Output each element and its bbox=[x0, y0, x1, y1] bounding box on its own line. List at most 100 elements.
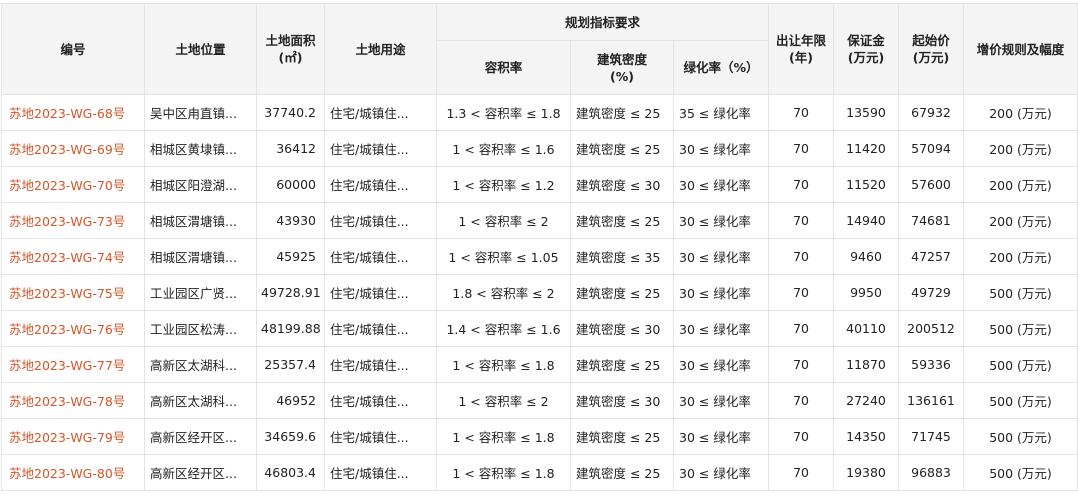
table-row: 苏地2023-WG-76号 工业园区松涛... 48199.88 住宅/城镇住... 1… bbox=[1, 310, 1078, 347]
cell-term: 70 bbox=[768, 418, 835, 455]
cell-location: 相城区阳澄湖... bbox=[144, 166, 257, 203]
cell-location: 相城区黄埭镇... bbox=[144, 130, 257, 167]
cell-area: 60000 bbox=[256, 166, 325, 203]
cell-plot-ratio: 1 < 容积率 ≤ 1.8 bbox=[436, 454, 571, 491]
cell-deposit: 40110 bbox=[833, 310, 900, 347]
cell-density: 建筑密度 ≤ 25 bbox=[570, 202, 674, 239]
cell-deposit: 11870 bbox=[833, 346, 900, 383]
cell-deposit: 9950 bbox=[833, 274, 900, 311]
cell-deposit: 13590 bbox=[833, 94, 900, 131]
cell-term: 70 bbox=[768, 202, 835, 239]
cell-term: 70 bbox=[768, 382, 835, 419]
cell-use: 住宅/城镇住... bbox=[324, 418, 437, 455]
cell-deposit: 19380 bbox=[833, 454, 900, 491]
term-header-line1: 出让年限 bbox=[776, 33, 827, 48]
table-header: 编号 土地位置 土地面积 (㎡) 土地用途 规划指标要求 出让年限 (年) 保证金 (… bbox=[1, 3, 1078, 95]
cell-code[interactable]: 苏地2023-WG-77号 bbox=[1, 346, 145, 383]
cell-deposit: 11520 bbox=[833, 166, 900, 203]
cell-plot-ratio: 1 < 容积率 ≤ 1.8 bbox=[436, 418, 571, 455]
table-row: 苏地2023-WG-78号 高新区太湖科... 46952 住宅/城镇住... 1 < … bbox=[1, 382, 1078, 419]
cell-start-price: 47257 bbox=[898, 238, 965, 275]
density-header-line2: (%) bbox=[610, 68, 634, 84]
cell-start-price: 49729 bbox=[898, 274, 965, 311]
table-row: 苏地2023-WG-77号 高新区太湖科... 25357.4 住宅/城镇住... 1 … bbox=[1, 346, 1078, 383]
cell-area: 37740.2 bbox=[256, 94, 325, 131]
cell-start-price: 71745 bbox=[898, 418, 965, 455]
cell-green: 30 ≤ 绿化率 bbox=[672, 454, 770, 491]
cell-plot-ratio: 1 < 容积率 ≤ 1.05 bbox=[436, 238, 571, 275]
col-header-code: 编号 bbox=[1, 3, 145, 95]
cell-density: 建筑密度 ≤ 25 bbox=[570, 346, 674, 383]
cell-deposit: 14350 bbox=[833, 418, 900, 455]
cell-increment: 500 (万元) bbox=[963, 454, 1078, 491]
cell-area: 25357.4 bbox=[256, 346, 325, 383]
cell-term: 70 bbox=[768, 274, 835, 311]
cell-code[interactable]: 苏地2023-WG-74号 bbox=[1, 238, 145, 275]
cell-deposit: 9460 bbox=[833, 238, 900, 275]
cell-term: 70 bbox=[768, 130, 835, 167]
cell-use: 住宅/城镇住... bbox=[324, 274, 437, 311]
cell-code[interactable]: 苏地2023-WG-78号 bbox=[1, 382, 145, 419]
cell-increment: 200 (万元) bbox=[963, 202, 1078, 239]
cell-use: 住宅/城镇住... bbox=[324, 166, 437, 203]
cell-increment: 200 (万元) bbox=[963, 130, 1078, 167]
cell-density: 建筑密度 ≤ 25 bbox=[570, 454, 674, 491]
start-header-line1: 起始价 bbox=[912, 33, 950, 48]
col-header-start-price: 起始价 (万元) bbox=[898, 3, 965, 95]
cell-density: 建筑密度 ≤ 25 bbox=[570, 94, 674, 131]
col-header-planning-group: 规划指标要求 bbox=[435, 3, 770, 41]
cell-area: 43930 bbox=[256, 202, 325, 239]
cell-plot-ratio: 1 < 容积率 ≤ 2 bbox=[436, 202, 571, 239]
cell-area: 34659.6 bbox=[256, 418, 325, 455]
table-row: 苏地2023-WG-68号 吴中区甪直镇... 37740.2 住宅/城镇住... 1.… bbox=[1, 94, 1078, 131]
cell-plot-ratio: 1.4 < 容积率 ≤ 1.6 bbox=[436, 310, 571, 347]
term-header-line2: (年) bbox=[789, 50, 813, 65]
cell-code[interactable]: 苏地2023-WG-75号 bbox=[1, 274, 145, 311]
cell-deposit: 27240 bbox=[833, 382, 900, 419]
table-row: 苏地2023-WG-74号 相城区渭塘镇... 45925 住宅/城镇住... 1 < … bbox=[1, 238, 1078, 275]
cell-code[interactable]: 苏地2023-WG-73号 bbox=[1, 202, 145, 239]
deposit-header-line1: 保证金 bbox=[847, 33, 885, 48]
cell-green: 30 ≤ 绿化率 bbox=[672, 238, 770, 275]
cell-code[interactable]: 苏地2023-WG-79号 bbox=[1, 418, 145, 455]
cell-code[interactable]: 苏地2023-WG-70号 bbox=[1, 166, 145, 203]
area-header-line2: (㎡) bbox=[278, 50, 303, 65]
cell-area: 45925 bbox=[256, 238, 325, 275]
cell-increment: 500 (万元) bbox=[963, 382, 1078, 419]
col-header-density: 建筑密度 (%) bbox=[570, 40, 674, 95]
cell-green: 30 ≤ 绿化率 bbox=[672, 130, 770, 167]
cell-term: 70 bbox=[768, 346, 835, 383]
cell-green: 30 ≤ 绿化率 bbox=[672, 418, 770, 455]
cell-area: 48199.88 bbox=[256, 310, 325, 347]
cell-deposit: 11420 bbox=[833, 130, 900, 167]
cell-density: 建筑密度 ≤ 35 bbox=[570, 238, 674, 275]
col-header-area: 土地面积 (㎡) bbox=[256, 3, 325, 95]
cell-start-price: 74681 bbox=[898, 202, 965, 239]
cell-density: 建筑密度 ≤ 25 bbox=[570, 418, 674, 455]
table-row: 苏地2023-WG-70号 相城区阳澄湖... 60000 住宅/城镇住... 1 < … bbox=[1, 166, 1078, 203]
table-row: 苏地2023-WG-73号 相城区渭塘镇... 43930 住宅/城镇住... 1 < … bbox=[1, 202, 1078, 239]
cell-code[interactable]: 苏地2023-WG-76号 bbox=[1, 310, 145, 347]
cell-area: 49728.91 bbox=[256, 274, 325, 311]
cell-use: 住宅/城镇住... bbox=[324, 382, 437, 419]
cell-code[interactable]: 苏地2023-WG-69号 bbox=[1, 130, 145, 167]
cell-density: 建筑密度 ≤ 25 bbox=[570, 130, 674, 167]
cell-use: 住宅/城镇住... bbox=[324, 94, 437, 131]
cell-start-price: 57600 bbox=[898, 166, 965, 203]
cell-location: 工业园区广贤... bbox=[144, 274, 257, 311]
density-header-line1: 建筑密度 bbox=[596, 51, 647, 67]
cell-green: 30 ≤ 绿化率 bbox=[672, 202, 770, 239]
area-header-line1: 土地面积 bbox=[265, 33, 316, 48]
cell-plot-ratio: 1 < 容积率 ≤ 1.6 bbox=[436, 130, 571, 167]
cell-plot-ratio: 1.3 < 容积率 ≤ 1.8 bbox=[436, 94, 571, 131]
land-auction-table: 编号 土地位置 土地面积 (㎡) 土地用途 规划指标要求 出让年限 (年) 保证金 (… bbox=[1, 3, 1078, 491]
cell-code[interactable]: 苏地2023-WG-80号 bbox=[1, 454, 145, 491]
cell-location: 高新区经开区... bbox=[144, 454, 257, 491]
col-header-plot-ratio: 容积率 bbox=[436, 40, 571, 95]
cell-deposit: 14940 bbox=[833, 202, 900, 239]
cell-green: 30 ≤ 绿化率 bbox=[672, 166, 770, 203]
cell-use: 住宅/城镇住... bbox=[324, 130, 437, 167]
cell-increment: 500 (万元) bbox=[963, 346, 1078, 383]
cell-plot-ratio: 1.8 < 容积率 ≤ 2 bbox=[436, 274, 571, 311]
cell-code[interactable]: 苏地2023-WG-68号 bbox=[1, 94, 145, 131]
